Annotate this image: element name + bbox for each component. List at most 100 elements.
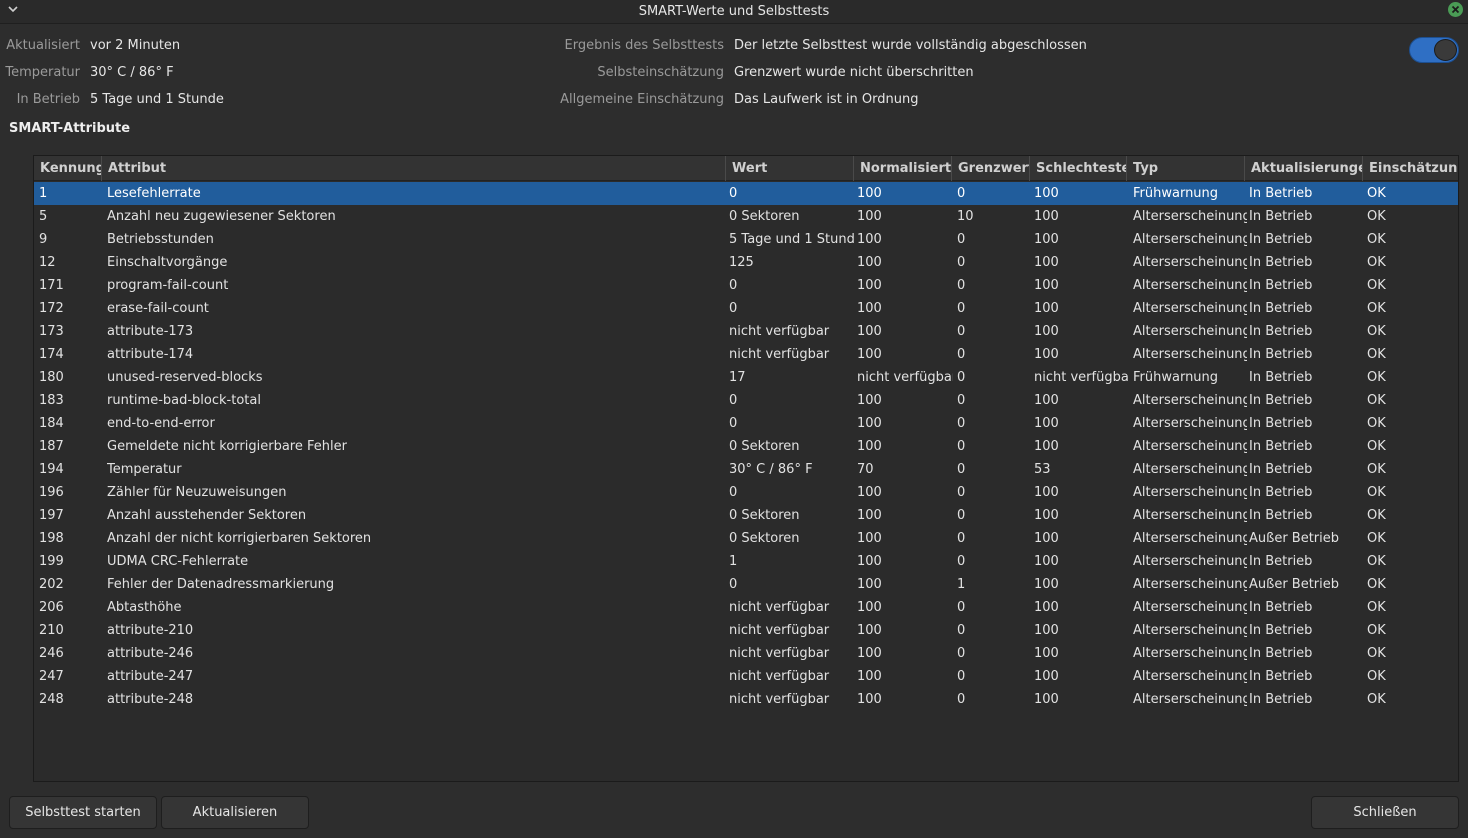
table-row[interactable]: 1 Lesefehlerrate 0 100 0 100 Frühwarnung In Bet… bbox=[34, 182, 1458, 205]
cell-threshold: 0 bbox=[957, 255, 966, 270]
table-row[interactable]: 180 unused-reserved-blocks 17 nicht verfügb… bbox=[34, 366, 1458, 389]
cell-id: 187 bbox=[39, 439, 64, 454]
cell-type: Alterserscheinung bbox=[1133, 646, 1247, 661]
cell-normalized: 100 bbox=[857, 324, 882, 339]
table-row[interactable]: 199 UDMA CRC-Fehlerrate 1 100 0 100 Altersersc… bbox=[34, 550, 1458, 573]
column-header-type[interactable]: Typ bbox=[1127, 156, 1245, 181]
table-row[interactable]: 248 attribute-248 nicht verfügbar 100 0 100 Al… bbox=[34, 688, 1458, 711]
cell-value: 0 bbox=[729, 278, 738, 293]
cell-attribute: attribute-174 bbox=[107, 347, 194, 362]
cell-worst: 100 bbox=[1034, 669, 1059, 684]
start-selftest-button[interactable]: Selbsttest starten bbox=[9, 796, 157, 829]
cell-normalized: 100 bbox=[857, 301, 882, 316]
cell-worst: 100 bbox=[1034, 232, 1059, 247]
cell-normalized: 100 bbox=[857, 692, 882, 707]
cell-value: nicht verfügbar bbox=[729, 324, 830, 339]
column-header-attribute[interactable]: Attribut bbox=[102, 156, 726, 181]
cell-threshold: 0 bbox=[957, 485, 966, 500]
cell-worst: 100 bbox=[1034, 301, 1059, 316]
table-row[interactable]: 171 program-fail-count 0 100 0 100 Altersersch… bbox=[34, 274, 1458, 297]
cell-updates: In Betrieb bbox=[1249, 669, 1313, 684]
table-row[interactable]: 206 Abtasthöhe nicht verfügbar 100 0 100 Alter… bbox=[34, 596, 1458, 619]
table-row[interactable]: 174 attribute-174 nicht verfügbar 100 0 100 Al… bbox=[34, 343, 1458, 366]
cell-type: Alterserscheinung bbox=[1133, 439, 1247, 454]
table-row[interactable]: 183 runtime-bad-block-total 0 100 0 100 Alters… bbox=[34, 389, 1458, 412]
column-header-assessment[interactable]: Einschätzung bbox=[1363, 156, 1458, 181]
cell-attribute: Lesefehlerrate bbox=[107, 186, 201, 201]
cell-attribute: attribute-173 bbox=[107, 324, 194, 339]
cell-threshold: 0 bbox=[957, 324, 966, 339]
table-row[interactable]: 197 Anzahl ausstehender Sektoren 0 Sektore… bbox=[34, 504, 1458, 527]
cell-normalized: 100 bbox=[857, 554, 882, 569]
table-row[interactable]: 196 Zähler für Neuzuweisungen 0 100 0 100 Alte… bbox=[34, 481, 1458, 504]
cell-worst: 100 bbox=[1034, 209, 1059, 224]
cell-id: 1 bbox=[39, 186, 48, 201]
cell-updates: In Betrieb bbox=[1249, 278, 1313, 293]
cell-attribute: Gemeldete nicht korrigierbare Fehler bbox=[107, 439, 347, 454]
cell-updates: In Betrieb bbox=[1249, 692, 1313, 707]
cell-value: 30° C / 86° F bbox=[729, 462, 813, 477]
cell-attribute: Zähler für Neuzuweisungen bbox=[107, 485, 287, 500]
title-bar: SMART-Werte und Selbsttests bbox=[0, 0, 1468, 24]
cell-attribute: attribute-210 bbox=[107, 623, 194, 638]
close-icon[interactable] bbox=[1448, 2, 1463, 17]
close-button[interactable]: Schließen bbox=[1311, 796, 1459, 829]
cell-normalized: 100 bbox=[857, 232, 882, 247]
table-row[interactable]: 194 Temperatur 30° C / 86° F 70 0 53 Altersers… bbox=[34, 458, 1458, 481]
table-row[interactable]: 184 end-to-end-error 0 100 0 100 Alterserschei… bbox=[34, 412, 1458, 435]
table-row[interactable]: 246 attribute-246 nicht verfügbar 100 0 100 Al… bbox=[34, 642, 1458, 665]
temperature-value: 30° C / 86° F bbox=[90, 65, 174, 80]
cell-type: Alterserscheinung bbox=[1133, 692, 1247, 707]
cell-threshold: 0 bbox=[957, 531, 966, 546]
cell-type: Alterserscheinung bbox=[1133, 278, 1247, 293]
cell-assessment: OK bbox=[1367, 554, 1386, 569]
cell-value: nicht verfügbar bbox=[729, 646, 830, 661]
table-row[interactable]: 247 attribute-247 nicht verfügbar 100 0 100 Al… bbox=[34, 665, 1458, 688]
smart-attributes-table[interactable]: Kennung Attribut Wert Normalisiert Grenz… bbox=[33, 155, 1459, 782]
cell-normalized: 100 bbox=[857, 646, 882, 661]
cell-assessment: OK bbox=[1367, 577, 1386, 592]
cell-updates: In Betrieb bbox=[1249, 370, 1313, 385]
cell-worst: 100 bbox=[1034, 554, 1059, 569]
cell-attribute: attribute-246 bbox=[107, 646, 194, 661]
cell-threshold: 0 bbox=[957, 669, 966, 684]
cell-worst: 100 bbox=[1034, 393, 1059, 408]
table-row[interactable]: 210 attribute-210 nicht verfügbar 100 0 100 Al… bbox=[34, 619, 1458, 642]
table-row[interactable]: 198 Anzahl der nicht korrigierbaren Sekto… bbox=[34, 527, 1458, 550]
cell-normalized: 100 bbox=[857, 347, 882, 362]
table-row[interactable]: 9 Betriebsstunden 5 Tage und 1 Stunde 100 0 1… bbox=[34, 228, 1458, 251]
cell-id: 5 bbox=[39, 209, 48, 224]
table-row[interactable]: 202 Fehler der Datenadressmarkierung 0 100 1… bbox=[34, 573, 1458, 596]
table-row[interactable]: 5 Anzahl neu zugewiesener Sektoren 0 Sekto… bbox=[34, 205, 1458, 228]
cell-assessment: OK bbox=[1367, 186, 1386, 201]
cell-type: Alterserscheinung bbox=[1133, 347, 1247, 362]
column-header-worst[interactable]: Schlechtester bbox=[1030, 156, 1127, 181]
cell-assessment: OK bbox=[1367, 462, 1386, 477]
cell-value: 0 bbox=[729, 577, 738, 592]
column-header-id[interactable]: Kennung bbox=[34, 156, 102, 181]
cell-worst: 100 bbox=[1034, 531, 1059, 546]
cell-worst: 100 bbox=[1034, 186, 1059, 201]
column-header-threshold[interactable]: Grenzwert bbox=[952, 156, 1030, 181]
cell-value: 5 Tage und 1 Stunde bbox=[729, 232, 854, 247]
cell-type: Alterserscheinung bbox=[1133, 669, 1247, 684]
refresh-button[interactable]: Aktualisieren bbox=[161, 796, 309, 829]
cell-threshold: 10 bbox=[957, 209, 974, 224]
cell-attribute: Betriebsstunden bbox=[107, 232, 214, 247]
table-row[interactable]: 173 attribute-173 nicht verfügbar 100 0 100 Al… bbox=[34, 320, 1458, 343]
cell-threshold: 0 bbox=[957, 554, 966, 569]
column-header-normalized[interactable]: Normalisiert bbox=[854, 156, 952, 181]
cell-threshold: 0 bbox=[957, 301, 966, 316]
table-row[interactable]: 172 erase-fail-count 0 100 0 100 Alterserschei… bbox=[34, 297, 1458, 320]
cell-normalized: 100 bbox=[857, 508, 882, 523]
cell-threshold: 0 bbox=[957, 646, 966, 661]
cell-id: 171 bbox=[39, 278, 64, 293]
table-row[interactable]: 12 Einschaltvorgänge 125 100 0 100 Altersersch… bbox=[34, 251, 1458, 274]
cell-worst: 100 bbox=[1034, 278, 1059, 293]
column-header-value[interactable]: Wert bbox=[726, 156, 854, 181]
column-header-updates[interactable]: Aktualisierungen bbox=[1245, 156, 1363, 181]
table-row[interactable]: 187 Gemeldete nicht korrigierbare Fehler 0… bbox=[34, 435, 1458, 458]
smart-enable-toggle[interactable] bbox=[1409, 37, 1459, 63]
cell-threshold: 0 bbox=[957, 370, 966, 385]
cell-worst: nicht verfügbar bbox=[1034, 370, 1129, 385]
